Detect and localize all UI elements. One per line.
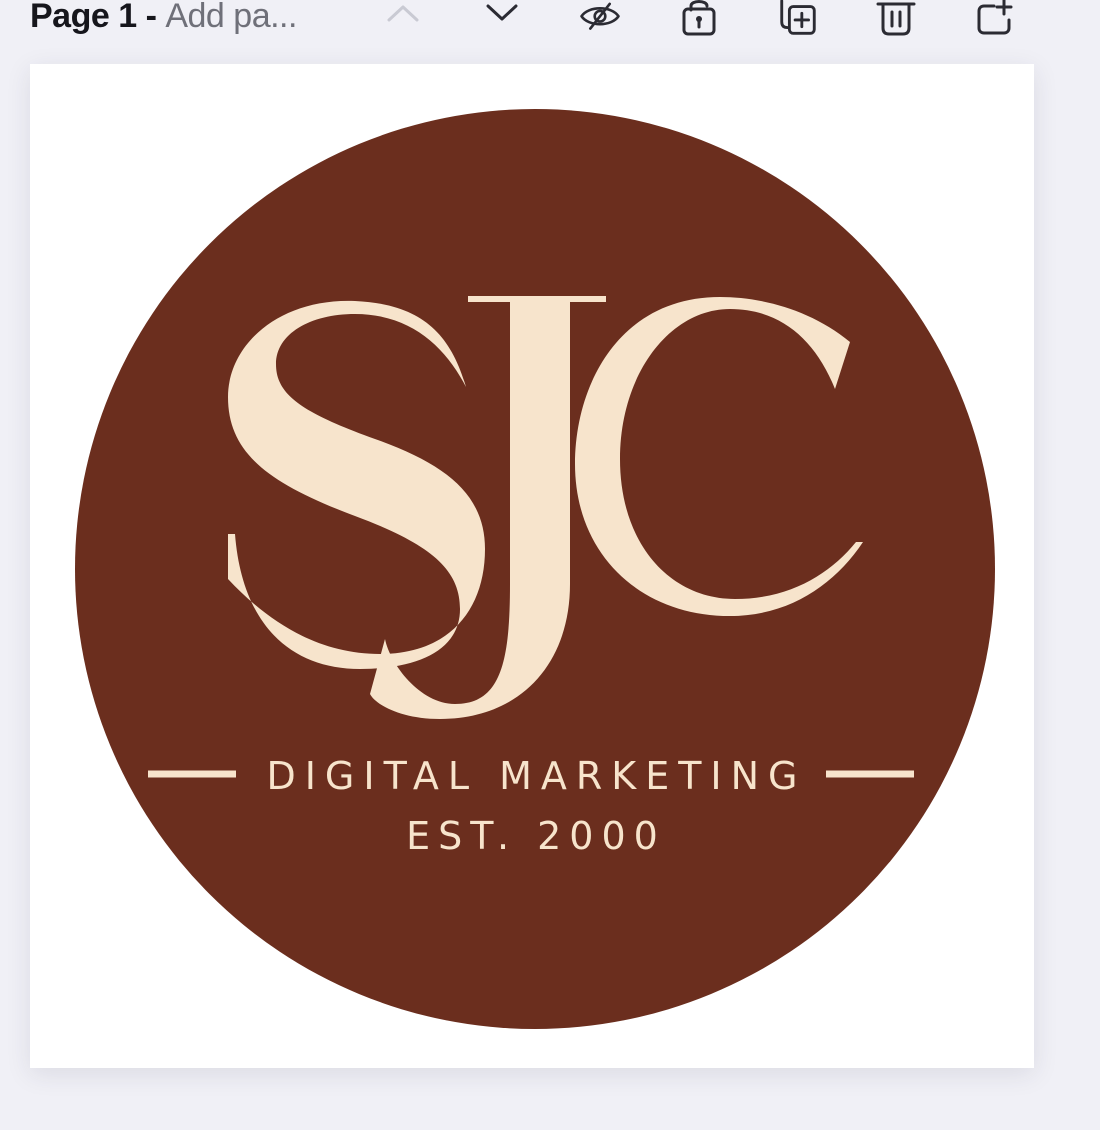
duplicate-page-button[interactable]	[776, 0, 820, 40]
add-page-button[interactable]	[972, 0, 1016, 40]
lock-page-button[interactable]	[677, 0, 721, 40]
eye-hide-icon	[580, 2, 620, 30]
trash-icon	[876, 2, 916, 36]
page-label: Page 1	[30, 0, 137, 35]
logo-established: EST. 2000	[406, 814, 666, 858]
page-title-separator: -	[136, 0, 166, 35]
move-page-up-button[interactable]	[381, 0, 425, 40]
chevron-down-icon	[486, 4, 518, 21]
page-title[interactable]: Page 1 - Add pa...	[30, 0, 297, 38]
duplicate-page-icon	[780, 0, 816, 35]
hide-page-button[interactable]	[578, 0, 622, 40]
delete-page-button[interactable]	[874, 0, 918, 40]
design-page[interactable]: DIGITAL MARKETING EST. 2000	[30, 64, 1034, 1068]
page-title-input[interactable]: Add pa...	[165, 0, 297, 35]
lock-icon	[682, 0, 716, 36]
logo-tagline: DIGITAL MARKETING	[266, 754, 807, 798]
page-toolbar: Page 1 - Add pa...	[0, 0, 1100, 44]
add-page-icon	[977, 0, 1013, 35]
chevron-up-icon	[387, 5, 419, 22]
move-page-down-button[interactable]	[480, 0, 524, 40]
logo-graphic[interactable]	[30, 64, 1034, 1068]
